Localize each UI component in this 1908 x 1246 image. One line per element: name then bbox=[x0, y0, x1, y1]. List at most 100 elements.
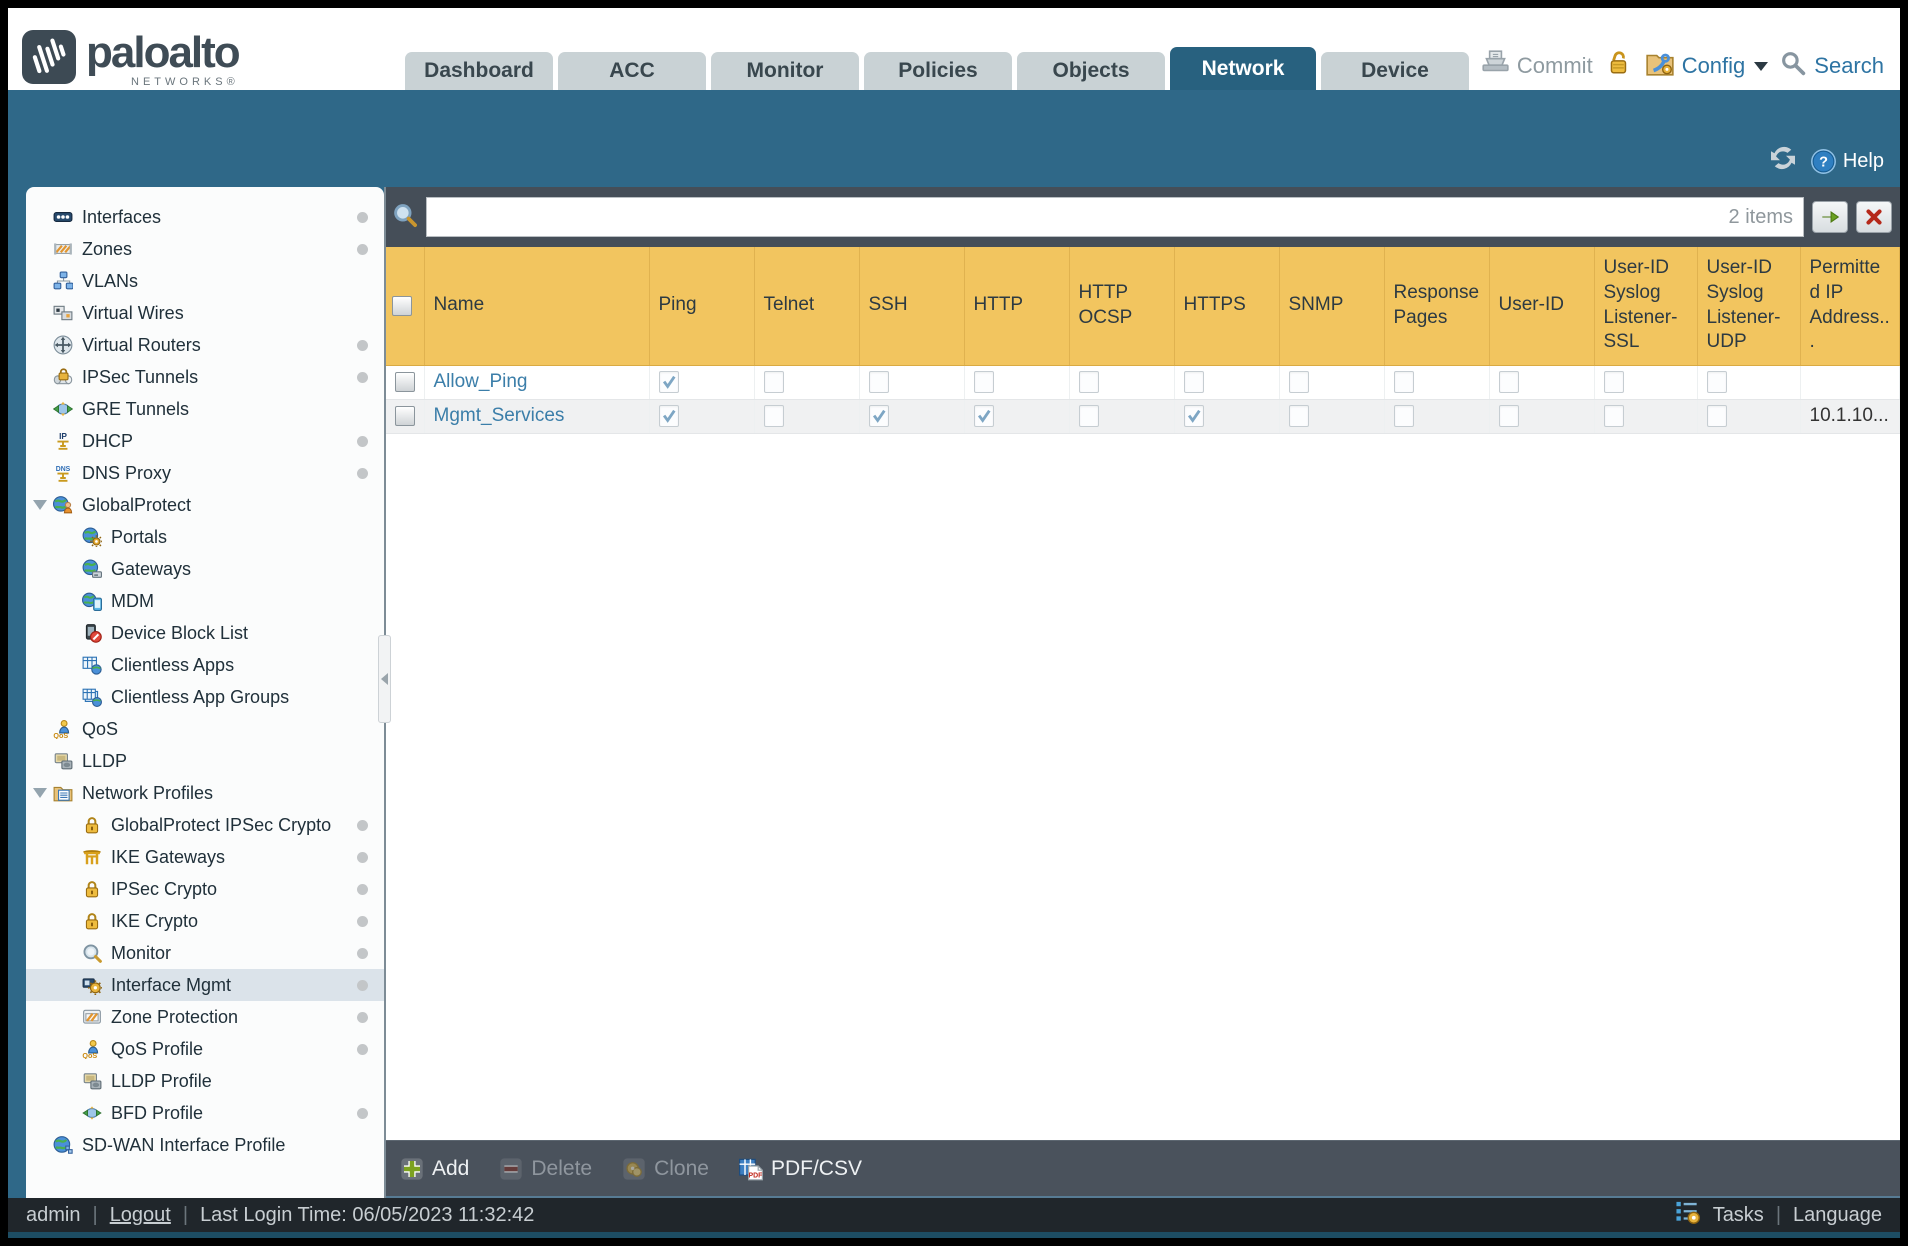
checkbox-ping-checked[interactable] bbox=[659, 371, 679, 393]
sidebar-item-clientless-apps[interactable]: Clientless Apps bbox=[26, 649, 384, 681]
column-header-http-ocsp[interactable]: HTTP OCSP bbox=[1069, 247, 1174, 365]
sidebar-collapse-handle[interactable] bbox=[378, 635, 391, 723]
row-select-checkbox[interactable] bbox=[395, 406, 415, 426]
tab-acc[interactable]: ACC bbox=[558, 52, 706, 90]
column-header-http[interactable]: HTTP bbox=[964, 247, 1069, 365]
sidebar-item-network-profiles[interactable]: Network Profiles bbox=[26, 777, 384, 809]
checkbox-snmp-unchecked[interactable] bbox=[1289, 371, 1309, 393]
column-header-name[interactable]: Name bbox=[424, 247, 649, 365]
checkbox-uid-syslog-udp-unchecked[interactable] bbox=[1707, 405, 1727, 427]
sidebar-item-zones[interactable]: Zones bbox=[26, 233, 384, 265]
commit-button[interactable]: Commit bbox=[1480, 50, 1593, 82]
column-header-permitted-ip[interactable]: Permitted IP Address... bbox=[1800, 247, 1900, 365]
logout-link[interactable]: Logout bbox=[110, 1204, 171, 1227]
checkbox-https-checked[interactable] bbox=[1184, 405, 1204, 427]
column-header-uid-syslog-ssl[interactable]: User-ID Syslog Listener-SSL bbox=[1594, 247, 1697, 365]
sidebar-item-globalprotect[interactable]: GlobalProtect bbox=[26, 489, 384, 521]
sidebar-item-gateways[interactable]: Gateways bbox=[26, 553, 384, 585]
tab-network[interactable]: Network bbox=[1170, 47, 1316, 90]
column-header-ping[interactable]: Ping bbox=[649, 247, 754, 365]
sidebar-item-portals[interactable]: Portals bbox=[26, 521, 384, 553]
help-button[interactable]: ? Help bbox=[1810, 148, 1884, 175]
sidebar-item-virtual-routers[interactable]: Virtual Routers bbox=[26, 329, 384, 361]
language-button[interactable]: Language bbox=[1793, 1204, 1882, 1227]
sidebar-item-ipsec-tunnels[interactable]: IPSec Tunnels bbox=[26, 361, 384, 393]
profile-name-link[interactable]: Allow_Ping bbox=[434, 371, 528, 392]
sidebar-item-virtual-wires[interactable]: Virtual Wires bbox=[26, 297, 384, 329]
column-header-uid-syslog-udp[interactable]: User-ID Syslog Listener-UDP bbox=[1697, 247, 1800, 365]
sidebar-item-gre-tunnels[interactable]: GRE Tunnels bbox=[26, 393, 384, 425]
refresh-icon[interactable] bbox=[1768, 143, 1798, 179]
dhcp-icon: IP bbox=[53, 431, 75, 451]
sidebar-item-mdm[interactable]: MDM bbox=[26, 585, 384, 617]
sidebar-item-monitor[interactable]: Monitor bbox=[26, 937, 384, 969]
expander-triangle-icon[interactable] bbox=[33, 788, 47, 798]
pdf-csv-button[interactable]: PDFPDF/CSV bbox=[739, 1157, 862, 1181]
checkbox-http-unchecked[interactable] bbox=[974, 371, 994, 393]
checkbox-user-id-unchecked[interactable] bbox=[1499, 371, 1519, 393]
checkbox-http-ocsp-unchecked[interactable] bbox=[1079, 371, 1099, 393]
checkbox-http-ocsp-unchecked[interactable] bbox=[1079, 405, 1099, 427]
tab-policies[interactable]: Policies bbox=[864, 52, 1012, 90]
sidebar-item-qos-profile[interactable]: QoSQoS Profile bbox=[26, 1033, 384, 1065]
select-all-checkbox[interactable] bbox=[392, 296, 412, 316]
sidebar-item-lldp-profile[interactable]: LLDP Profile bbox=[26, 1065, 384, 1097]
clear-filter-button[interactable] bbox=[1856, 201, 1892, 233]
profile-name-link[interactable]: Mgmt_Services bbox=[434, 405, 565, 426]
checkbox-ping-checked[interactable] bbox=[659, 405, 679, 427]
checkbox-telnet-unchecked[interactable] bbox=[764, 371, 784, 393]
checkbox-uid-syslog-ssl-unchecked[interactable] bbox=[1604, 405, 1624, 427]
checkbox-uid-syslog-ssl-unchecked[interactable] bbox=[1604, 371, 1624, 393]
checkbox-snmp-unchecked[interactable] bbox=[1289, 405, 1309, 427]
checkbox-ssh-checked[interactable] bbox=[869, 405, 889, 427]
sidebar-item-sd-wan-interface-profile[interactable]: SD-WAN Interface Profile bbox=[26, 1129, 384, 1161]
checkbox-http-checked[interactable] bbox=[974, 405, 994, 427]
item-count: 2 items bbox=[1729, 206, 1803, 229]
sidebar-item-ike-gateways[interactable]: IKE Gateways bbox=[26, 841, 384, 873]
apply-filter-button[interactable] bbox=[1812, 201, 1848, 233]
sidebar-item-ike-crypto[interactable]: IKE Crypto bbox=[26, 905, 384, 937]
sidebar-item-label: IPSec Tunnels bbox=[82, 367, 198, 388]
checkbox-user-id-unchecked[interactable] bbox=[1499, 405, 1519, 427]
checkbox-response-pages-unchecked[interactable] bbox=[1394, 405, 1414, 427]
checkbox-response-pages-unchecked[interactable] bbox=[1394, 371, 1414, 393]
column-header-response-pages[interactable]: Response Pages bbox=[1384, 247, 1489, 365]
checkbox-https-unchecked[interactable] bbox=[1184, 371, 1204, 393]
add-button[interactable]: Add bbox=[400, 1157, 469, 1181]
sidebar-item-dns-proxy[interactable]: DNSDNS Proxy bbox=[26, 457, 384, 489]
tab-dashboard[interactable]: Dashboard bbox=[405, 52, 553, 90]
expander-triangle-icon[interactable] bbox=[33, 500, 47, 510]
column-header-telnet[interactable]: Telnet bbox=[754, 247, 859, 365]
sidebar-item-label: IKE Crypto bbox=[111, 911, 198, 932]
row-select-checkbox[interactable] bbox=[395, 372, 415, 392]
sidebar-item-dhcp[interactable]: IPDHCP bbox=[26, 425, 384, 457]
tab-device[interactable]: Device bbox=[1321, 52, 1469, 90]
sidebar-item-lldp[interactable]: LLDP bbox=[26, 745, 384, 777]
unlock-icon[interactable] bbox=[1605, 49, 1633, 83]
column-header-https[interactable]: HTTPS bbox=[1174, 247, 1279, 365]
sidebar-item-interfaces[interactable]: Interfaces bbox=[26, 201, 384, 233]
sidebar-item-qos[interactable]: QoSQoS bbox=[26, 713, 384, 745]
filter-input[interactable] bbox=[427, 198, 1729, 236]
checkbox-ssh-unchecked[interactable] bbox=[869, 371, 889, 393]
sidebar-item-vlans[interactable]: VLANs bbox=[26, 265, 384, 297]
sidebar-item-clientless-app-groups[interactable]: Clientless App Groups bbox=[26, 681, 384, 713]
sidebar-item-ipsec-crypto[interactable]: IPSec Crypto bbox=[26, 873, 384, 905]
virtual-routers-icon bbox=[53, 335, 75, 355]
checkbox-uid-syslog-udp-unchecked[interactable] bbox=[1707, 371, 1727, 393]
tasks-button[interactable]: Tasks bbox=[1713, 1204, 1764, 1227]
gateways-icon bbox=[82, 559, 104, 579]
sidebar-item-device-block-list[interactable]: Device Block List bbox=[26, 617, 384, 649]
checkbox-telnet-unchecked[interactable] bbox=[764, 405, 784, 427]
sidebar-item-zone-protection[interactable]: Zone Protection bbox=[26, 1001, 384, 1033]
column-header-ssh[interactable]: SSH bbox=[859, 247, 964, 365]
sidebar-item-globalprotect-ipsec-crypto[interactable]: GlobalProtect IPSec Crypto bbox=[26, 809, 384, 841]
tab-objects[interactable]: Objects bbox=[1017, 52, 1165, 90]
tab-monitor[interactable]: Monitor bbox=[711, 52, 859, 90]
config-dropdown[interactable]: Config bbox=[1645, 49, 1769, 83]
search-button[interactable]: Search bbox=[1780, 50, 1884, 83]
column-header-user-id[interactable]: User-ID bbox=[1489, 247, 1594, 365]
column-header-snmp[interactable]: SNMP bbox=[1279, 247, 1384, 365]
sidebar-item-bfd-profile[interactable]: BFD Profile bbox=[26, 1097, 384, 1129]
sidebar-item-interface-mgmt[interactable]: Interface Mgmt bbox=[26, 969, 384, 1001]
